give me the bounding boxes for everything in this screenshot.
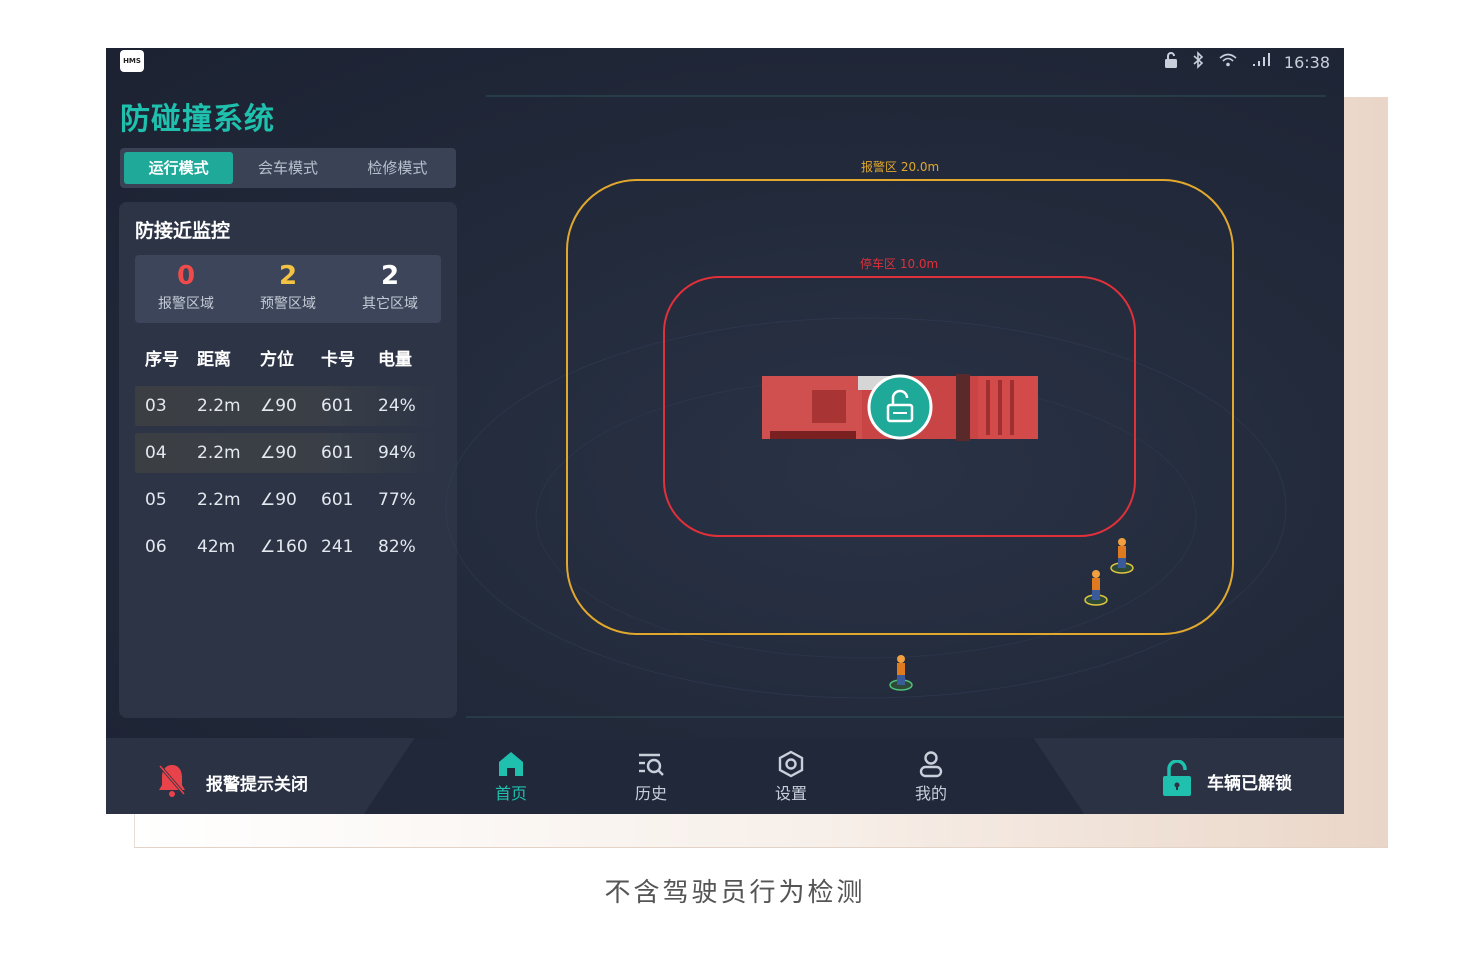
person-marker[interactable]: [1109, 534, 1135, 574]
nav-home[interactable]: 首页: [481, 750, 541, 804]
nav-history-label: 历史: [634, 784, 667, 803]
zone-map: [445, 95, 1344, 718]
nav-profile[interactable]: 我的: [901, 750, 961, 804]
home-icon: [499, 752, 523, 776]
unlocked-icon: [1161, 759, 1193, 802]
settings-icon: [778, 750, 804, 778]
nav-home-label: 首页: [494, 784, 527, 803]
alarm-label: 报警提示关闭: [206, 774, 308, 795]
profile-icon: [919, 751, 943, 778]
person-marker[interactable]: [1083, 566, 1109, 606]
stop-zone-label: 停车区 10.0m: [860, 257, 939, 271]
nav-profile-label: 我的: [914, 784, 947, 803]
caption: 不含驾驶员行为检测: [604, 878, 866, 908]
alarm-off-icon: [156, 762, 188, 802]
bottom-bar: 报警提示关闭 首页 历史 设置 我的 车辆已解锁: [106, 738, 1344, 814]
nav-settings[interactable]: 设置: [761, 750, 821, 804]
nav-background: [364, 738, 1084, 814]
lock-status-label: 车辆已解锁: [1207, 773, 1292, 794]
person-marker[interactable]: [888, 651, 914, 691]
warning-zone-label: 报警区 20.0m: [861, 160, 940, 174]
history-icon: [639, 753, 664, 776]
nav-history[interactable]: 历史: [621, 750, 681, 804]
vehicle-lock-status[interactable]: 车辆已解锁: [1161, 759, 1292, 802]
nav-settings-label: 设置: [774, 784, 807, 803]
vehicle-unlock-icon[interactable]: [867, 374, 933, 440]
device-screen: HMS 16:38 防碰撞系统 运行模式 会车模式 检修模式 防接近监控 0 报…: [106, 48, 1344, 814]
alarm-toggle[interactable]: 报警提示关闭: [156, 762, 308, 802]
